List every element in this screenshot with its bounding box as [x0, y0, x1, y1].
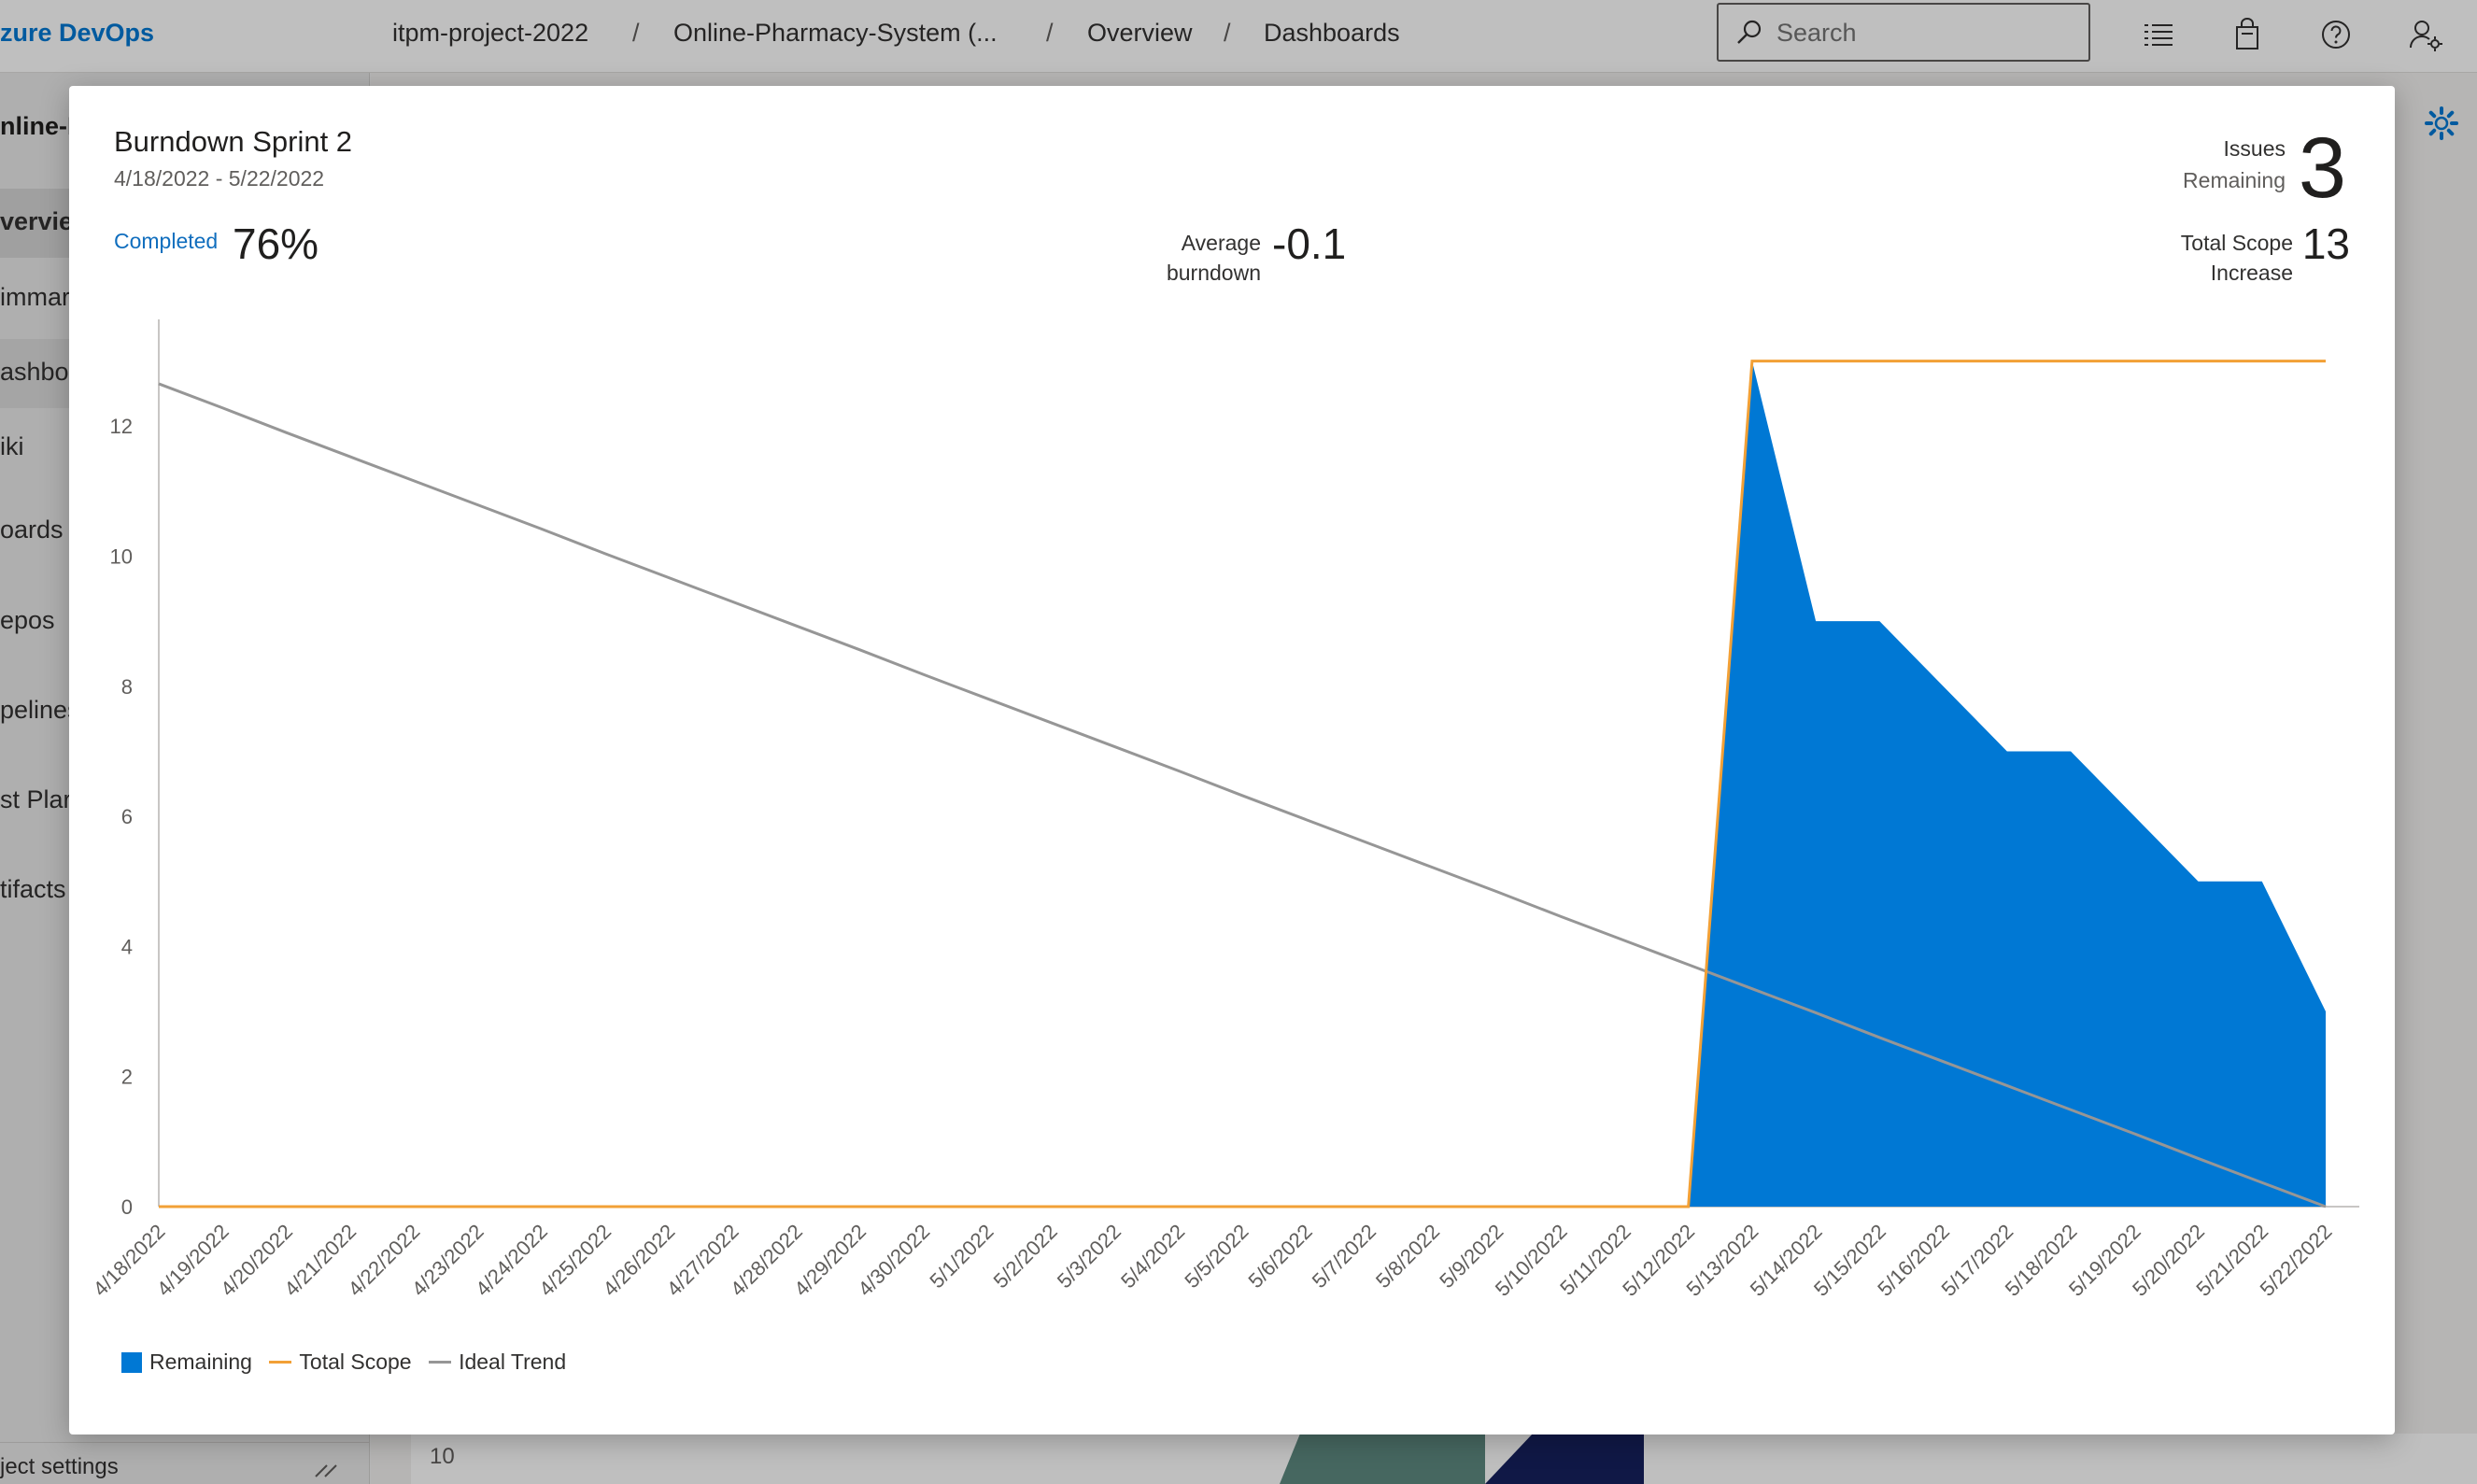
x-tick-label: 5/3/2022	[1053, 1220, 1125, 1293]
chart-legend: Remaining Total Scope Ideal Trend	[121, 1350, 579, 1383]
legend-swatch-remaining	[121, 1351, 142, 1373]
x-tick-label: 5/2/2022	[989, 1220, 1062, 1293]
legend-label: Remaining	[149, 1350, 252, 1374]
x-tick-label: 5/6/2022	[1244, 1220, 1317, 1293]
legend-swatch-total-scope	[269, 1361, 292, 1364]
x-tick-label: 5/8/2022	[1371, 1220, 1444, 1293]
y-tick-label: 10	[110, 545, 133, 569]
legend-swatch-ideal-trend	[429, 1361, 452, 1364]
x-tick-label: 5/1/2022	[925, 1220, 998, 1293]
y-tick-label: 0	[121, 1195, 133, 1219]
remaining-area	[159, 360, 2326, 1207]
y-tick-label: 12	[110, 415, 133, 438]
burndown-widget-dialog: Burndown Sprint 2 4/18/2022 - 5/22/2022 …	[69, 86, 2395, 1435]
y-tick-label: 4	[121, 935, 133, 958]
legend-item-total-scope[interactable]: Total Scope	[269, 1350, 412, 1375]
y-tick-label: 8	[121, 675, 133, 699]
legend-item-ideal-trend[interactable]: Ideal Trend	[429, 1350, 566, 1375]
x-tick-label: 5/4/2022	[1116, 1220, 1189, 1293]
legend-label: Total Scope	[299, 1350, 412, 1374]
legend-item-remaining[interactable]: Remaining	[121, 1350, 252, 1375]
x-tick-label: 5/7/2022	[1308, 1220, 1380, 1293]
burndown-chart: 024681012 4/18/20224/19/20224/20/20224/2…	[89, 319, 2359, 1301]
legend-label: Ideal Trend	[459, 1350, 567, 1374]
y-tick-label: 6	[121, 805, 133, 828]
y-tick-label: 2	[121, 1066, 133, 1089]
x-tick-label: 5/5/2022	[1180, 1220, 1253, 1293]
